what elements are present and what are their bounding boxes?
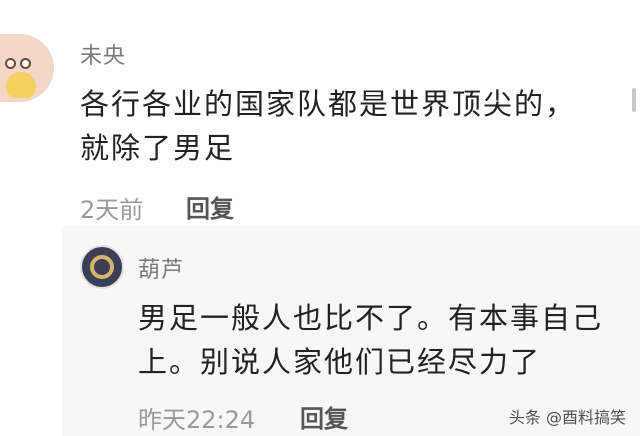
avatar-eye-icon (20, 58, 31, 69)
comment-thread: 未央 各行各业的国家队都是世界顶尖的， 就除了男足 2天前 回复 葫芦 男足一般… (0, 0, 640, 436)
reply-time: 昨天22:24 (138, 406, 256, 434)
reply-text: 男足一般人也比不了。有本事自己 上。别说人家他们已经尽力了 (138, 296, 620, 384)
scroll-indicator (632, 88, 636, 112)
reply-text-line: 上。别说人家他们已经尽力了 (138, 345, 542, 379)
comment-text-line: 就除了男足 (80, 131, 236, 165)
source-watermark: 头条 @酉料搞笑 (508, 408, 626, 427)
reply-button[interactable]: 回复 (300, 399, 348, 434)
avatar-character-icon (6, 72, 36, 98)
commenter-name[interactable]: 未央 (80, 38, 126, 70)
reply-text-line: 男足一般人也比不了。有本事自己 (138, 301, 604, 335)
reply-button[interactable]: 回复 (186, 189, 234, 224)
avatar-ring-icon (90, 255, 114, 279)
comment-text-line: 各行各业的国家队都是世界顶尖的， (80, 87, 577, 121)
commenter-avatar[interactable] (0, 34, 54, 102)
reply-avatar[interactable] (80, 245, 124, 289)
comment-text: 各行各业的国家队都是世界顶尖的， 就除了男足 (80, 82, 600, 170)
comment-time: 2天前 (80, 196, 144, 224)
avatar-eye-icon (5, 58, 16, 69)
reply-username[interactable]: 葫芦 (138, 252, 184, 284)
